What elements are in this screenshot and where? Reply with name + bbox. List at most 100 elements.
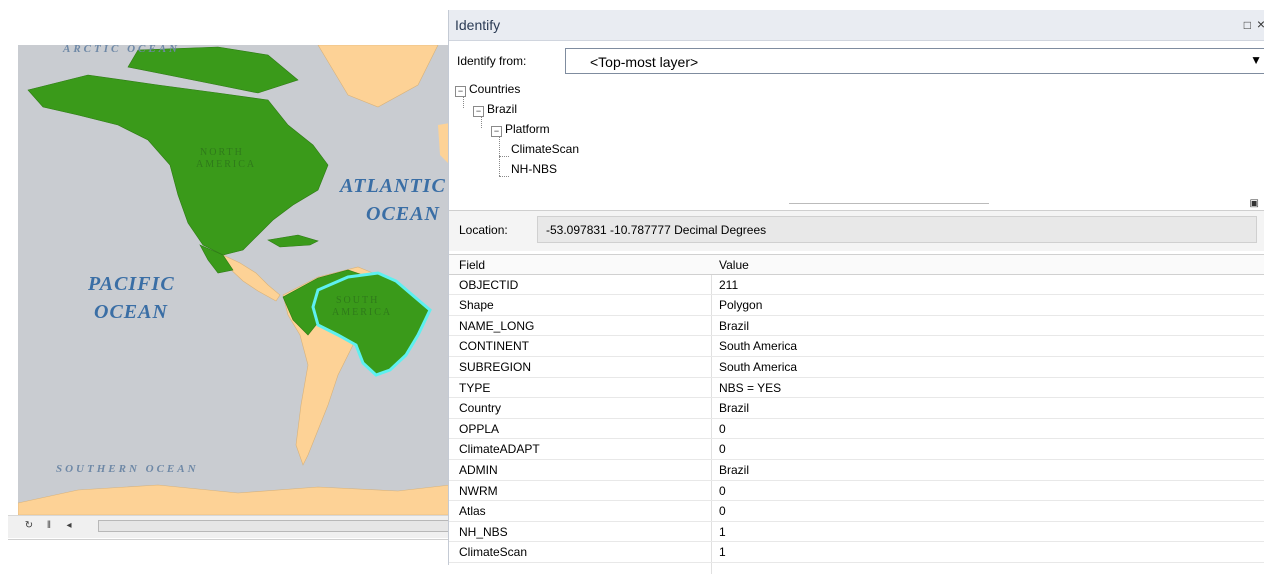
column-header-field[interactable]: Field	[459, 258, 485, 272]
pacific-ocean-label-line1: PACIFIC	[88, 273, 175, 295]
table-row[interactable]: NH_NBS 1	[449, 522, 1264, 543]
close-icon[interactable]: ×	[1257, 16, 1264, 32]
table-row[interactable]: NAME_LONG Brazil	[449, 316, 1264, 337]
location-value-box: -53.097831 -10.787777 Decimal Degrees	[537, 216, 1257, 243]
table-row[interactable]: ClimateScan 1	[449, 542, 1264, 563]
table-row[interactable]: Shape Polygon	[449, 295, 1264, 316]
identify-from-label: Identify from:	[457, 54, 527, 68]
map-toolbar: ↻ ‖ ◂	[8, 515, 452, 538]
central-america-shape	[222, 254, 281, 302]
table-body: OBJECTID 211 Shape Polygon NAME_LONG Brazil CO…	[449, 275, 1264, 563]
field-name: OPPLA	[459, 421, 500, 436]
table-row[interactable]: ADMIN Brazil	[449, 460, 1264, 481]
north-america-label-line2: AMERICA	[196, 159, 257, 170]
greenland-shape	[317, 45, 439, 108]
tree-connector	[499, 156, 509, 157]
location-row: Location: -53.097831 -10.787777 Decimal …	[449, 210, 1264, 251]
tree-node-nh-nbs[interactable]: NH-NBS	[511, 162, 557, 176]
tree-node-climatescan[interactable]: ClimateScan	[511, 142, 579, 156]
tree-node-label: Brazil	[487, 102, 518, 116]
field-name: NAME_LONG	[459, 318, 535, 333]
table-row[interactable]: Country Brazil	[449, 398, 1264, 419]
identify-titlebar[interactable]: Identify □ ×	[449, 10, 1264, 41]
scroll-left-icon[interactable]: ◂	[62, 519, 76, 533]
tree-connector	[499, 134, 500, 176]
identify-from-value: <Top-most layer>	[590, 54, 699, 70]
identify-from-row: Identify from: <Top-most layer> ▼	[449, 48, 1264, 78]
field-value: Brazil	[719, 401, 750, 416]
field-name: Country	[459, 401, 502, 416]
table-row[interactable]: Atlas 0	[449, 501, 1264, 522]
south-america-label-line1: SOUTH	[336, 295, 380, 306]
field-name: TYPE	[459, 380, 491, 395]
field-value: South America	[719, 359, 798, 374]
map-view[interactable]: ARCTIC OCEAN ATLANTIC OCEAN PACIFIC OCEA…	[18, 45, 450, 515]
field-name: ADMIN	[459, 462, 498, 477]
tree-node-platform[interactable]: − Platform	[491, 122, 550, 137]
pane-splitter[interactable]: ▣	[449, 198, 1264, 210]
atlantic-ocean-label-line1: ATLANTIC	[340, 175, 446, 197]
north-america-label-line1: NORTH	[200, 147, 244, 158]
identify-from-dropdown[interactable]: <Top-most layer> ▼	[565, 48, 1264, 74]
table-row[interactable]: OBJECTID 211	[449, 275, 1264, 296]
tree-node-label: ClimateScan	[511, 142, 580, 156]
arctic-ocean-label: ARCTIC OCEAN	[63, 45, 180, 55]
field-value: 1	[719, 524, 726, 539]
table-row[interactable]: OPPLA 0	[449, 419, 1264, 440]
field-value: Brazil	[719, 318, 750, 333]
field-value: South America	[719, 339, 798, 354]
table-row[interactable]: ClimateADAPT 0	[449, 439, 1264, 460]
field-name: Shape	[459, 298, 494, 313]
field-value: 1	[719, 545, 726, 560]
field-value: 0	[719, 442, 726, 457]
table-row[interactable]: NWRM 0	[449, 481, 1264, 502]
table-row[interactable]: CONTINENT South America	[449, 336, 1264, 357]
tree-node-label: Countries	[469, 82, 521, 96]
field-name: NH_NBS	[459, 524, 508, 539]
map-status-bar	[8, 539, 452, 566]
chevron-down-icon[interactable]: ▼	[1250, 53, 1262, 67]
refresh-icon[interactable]: ↻	[22, 519, 36, 533]
pause-icon[interactable]: ‖	[42, 519, 56, 533]
tree-node-label: Platform	[505, 122, 550, 136]
antarctica-shape	[18, 484, 450, 515]
field-value: 0	[719, 421, 726, 436]
maximize-icon[interactable]: □	[1244, 18, 1251, 32]
southern-ocean-label: SOUTHERN OCEAN	[56, 463, 199, 475]
location-value: -53.097831 -10.787777 Decimal Degrees	[546, 223, 767, 237]
pacific-ocean-label-line2: OCEAN	[94, 301, 168, 323]
field-value: 0	[719, 504, 726, 519]
tree-node-countries[interactable]: − Countries	[455, 82, 520, 97]
field-name: CONTINENT	[459, 339, 529, 354]
collapse-icon[interactable]: −	[491, 126, 502, 137]
identify-window: Identify □ × Identify from: <Top-most la…	[448, 10, 1264, 574]
map-horizontal-scrollbar[interactable]	[98, 520, 452, 532]
table-row[interactable]: SUBREGION South America	[449, 357, 1264, 378]
field-value: 0	[719, 483, 726, 498]
results-tree: − Countries − Brazil − Platform ClimateScan…	[453, 80, 1264, 198]
collapse-icon[interactable]: −	[455, 86, 466, 97]
field-name: Atlas	[459, 504, 486, 519]
identify-title: Identify	[455, 17, 501, 33]
collapse-icon[interactable]: −	[473, 106, 484, 117]
field-value: Polygon	[719, 298, 763, 313]
atlantic-ocean-label-line2: OCEAN	[366, 203, 440, 225]
field-name: NWRM	[459, 483, 498, 498]
tree-node-brazil[interactable]: − Brazil	[473, 102, 517, 117]
field-name: OBJECTID	[459, 277, 519, 292]
south-america-label-line2: AMERICA	[332, 307, 393, 318]
location-label: Location:	[459, 223, 508, 237]
field-value: 211	[719, 277, 739, 292]
map-canvas	[18, 45, 450, 515]
tree-connector	[499, 176, 509, 177]
caribbean-shape	[267, 234, 319, 248]
field-name: ClimateADAPT	[459, 442, 540, 457]
tree-node-label: NH-NBS	[511, 162, 558, 176]
collapse-pane-icon[interactable]: ▣	[1250, 198, 1259, 209]
table-row[interactable]: TYPE NBS = YES	[449, 378, 1264, 399]
field-name: SUBREGION	[459, 359, 532, 374]
column-header-value[interactable]: Value	[719, 258, 749, 272]
field-value: Brazil	[719, 462, 750, 477]
field-name: ClimateScan	[459, 545, 528, 560]
field-value: NBS = YES	[719, 380, 782, 395]
